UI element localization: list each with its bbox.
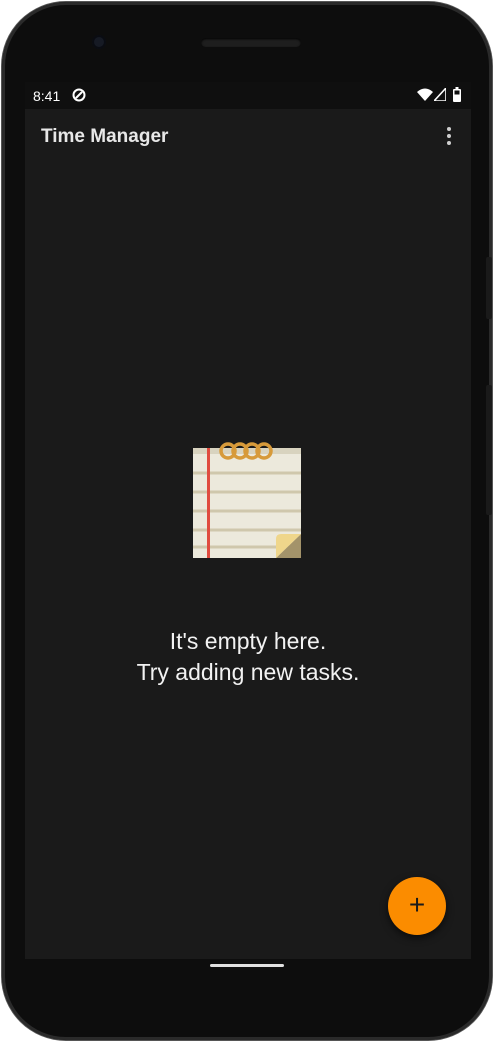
app-bar: Time Manager bbox=[25, 109, 471, 165]
screen: 8:41 Time Manager It's empty here. Try a… bbox=[25, 82, 471, 959]
earpiece-speaker bbox=[201, 38, 301, 47]
battery-icon bbox=[453, 87, 461, 102]
empty-state-line-2: Try adding new tasks. bbox=[136, 659, 360, 685]
status-time: 8:41 bbox=[33, 88, 61, 104]
home-gesture-bar[interactable] bbox=[210, 964, 284, 967]
empty-state-message: It's empty here. Try adding new tasks. bbox=[25, 626, 471, 688]
status-bar: 8:41 bbox=[25, 82, 471, 109]
cellular-signal-icon bbox=[434, 88, 446, 101]
volume-button bbox=[486, 257, 492, 319]
wifi-icon bbox=[417, 88, 433, 101]
plus-icon: + bbox=[408, 889, 426, 920]
power-button bbox=[486, 385, 492, 515]
front-camera bbox=[92, 35, 106, 49]
add-task-button[interactable]: + bbox=[388, 877, 446, 935]
app-title: Time Manager bbox=[41, 126, 169, 147]
notepad-icon bbox=[193, 442, 301, 558]
more-vert-icon[interactable] bbox=[441, 127, 457, 149]
phone-frame: 8:41 Time Manager It's empty here. Try a… bbox=[2, 2, 492, 1040]
sync-icon bbox=[72, 88, 86, 102]
empty-state-line-1: It's empty here. bbox=[169, 628, 327, 654]
